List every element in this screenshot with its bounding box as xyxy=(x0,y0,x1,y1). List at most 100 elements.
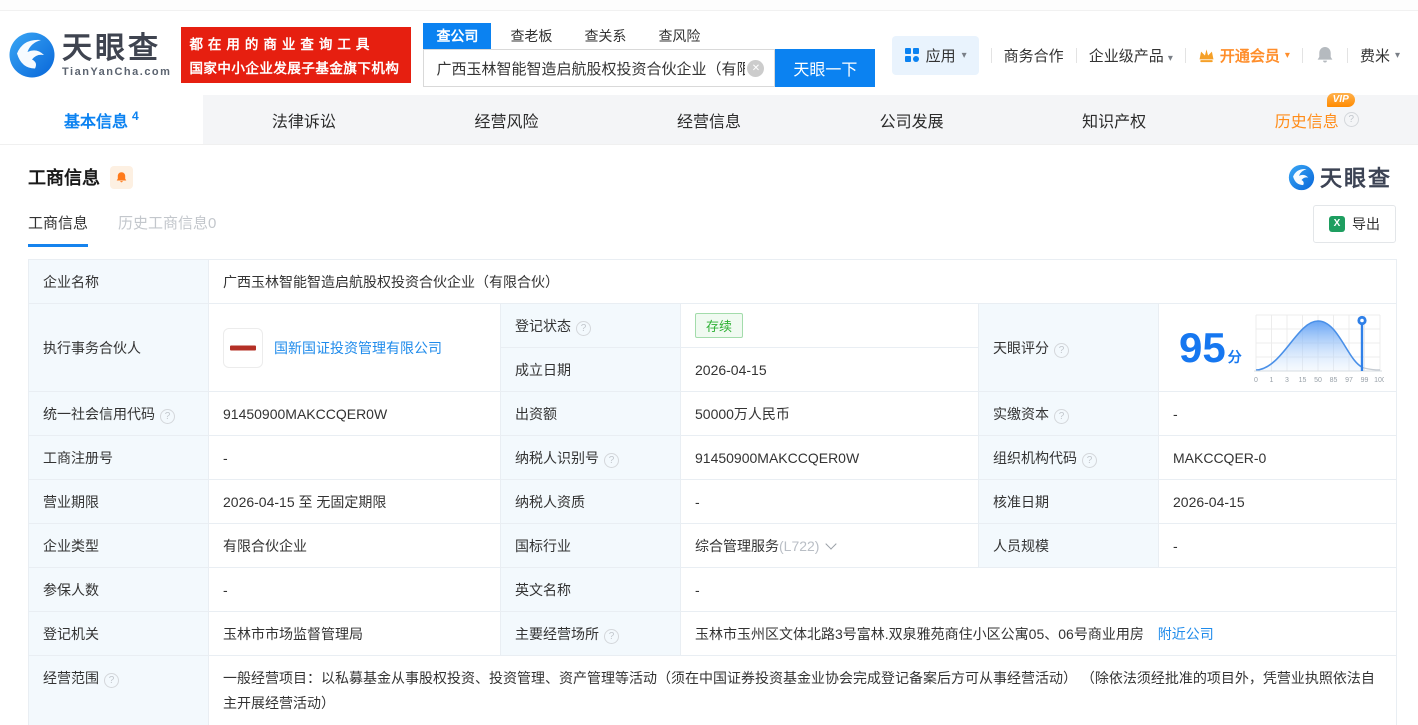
status-badge: 存续 xyxy=(695,313,744,338)
insured-count-value: - xyxy=(208,567,501,612)
search-tab-company[interactable]: 查公司 xyxy=(423,23,492,49)
open-vip-link[interactable]: 开通会员 ▾ xyxy=(1198,45,1290,66)
subtab-business-info[interactable]: 工商信息 xyxy=(28,212,89,247)
apps-menu[interactable]: 应用 ▾ xyxy=(891,35,979,75)
partner-company-link[interactable]: 国新国证投资管理有限公司 xyxy=(274,338,442,358)
search-input-wrap: ✕ xyxy=(423,49,776,87)
tab-label: 知识产权 xyxy=(1082,113,1147,131)
tianyancha-watermark-icon xyxy=(1288,164,1315,190)
chevron-down-icon[interactable] xyxy=(825,537,838,550)
company-name-label: 企业名称 xyxy=(28,259,209,304)
english-name-label: 英文名称 xyxy=(500,567,681,612)
section-header: 工商信息 天眼查 xyxy=(0,145,1418,193)
tab-label: 历史信息 xyxy=(1274,113,1339,131)
establish-date-label: 成立日期 xyxy=(500,347,681,392)
reg-number-label: 工商注册号 xyxy=(28,435,209,480)
export-label: 导出 xyxy=(1352,216,1380,232)
svg-text:15: 15 xyxy=(1299,377,1307,384)
approval-date-value: 2026-04-15 xyxy=(1158,479,1397,524)
search-tab-risk[interactable]: 查风险 xyxy=(645,23,713,49)
top-edge-strip xyxy=(0,0,1418,11)
tab-intellectual-property[interactable]: 知识产权 xyxy=(1013,95,1216,144)
nearby-companies-link[interactable]: 附近公司 xyxy=(1158,626,1214,642)
help-icon[interactable]: ? xyxy=(160,408,175,424)
clear-icon[interactable]: ✕ xyxy=(747,59,765,77)
user-menu[interactable]: 费米 ▾ xyxy=(1360,45,1408,66)
enterprise-products-menu[interactable]: 企业级产品 ▾ xyxy=(1089,45,1173,66)
help-icon[interactable]: ? xyxy=(1054,408,1069,424)
tab-history-info[interactable]: 历史信息 VIP ? xyxy=(1215,92,1418,144)
help-icon[interactable]: ? xyxy=(604,628,619,644)
caret-down-icon: ▾ xyxy=(1284,49,1290,61)
tab-label: 经营信息 xyxy=(677,113,742,131)
score-distribution-chart: 0 1 3 15 50 85 97 99 100 xyxy=(1254,314,1384,384)
section-title: 工商信息 xyxy=(28,168,100,188)
apps-grid-icon xyxy=(904,48,919,62)
crown-icon xyxy=(1199,48,1214,62)
partner-logo xyxy=(223,327,263,368)
tab-company-development[interactable]: 公司发展 xyxy=(810,95,1013,144)
svg-text:99: 99 xyxy=(1361,377,1369,384)
promo-line2: 国家中小企业发展子基金旗下机构 xyxy=(189,61,400,76)
promo-banner: 都在用的商业查询工具 国家中小企业发展子基金旗下机构 xyxy=(181,27,412,83)
approval-date-label: 核准日期 xyxy=(978,479,1159,524)
reg-authority-label: 登记机关 xyxy=(28,611,209,656)
svg-text:100: 100 xyxy=(1374,377,1384,384)
table-row: 经营范围? 一般经营项目：以私募基金从事股权投资、投资管理、资产管理等活动（须在… xyxy=(28,655,1397,725)
divider xyxy=(1075,47,1077,63)
help-icon[interactable]: ? xyxy=(604,452,619,468)
divider xyxy=(1301,47,1303,63)
help-icon[interactable]: ? xyxy=(1054,342,1069,358)
help-icon[interactable]: ? xyxy=(104,673,119,688)
table-row: 工商注册号 - 纳税人识别号? 91450900MAKCCQER0W 组织机构代… xyxy=(28,435,1397,480)
tab-operational-risk[interactable]: 经营风险 xyxy=(405,95,608,144)
tianyancha-logo[interactable]: 天眼查 TianYanCha.com xyxy=(8,31,171,79)
tab-count: 4 xyxy=(131,108,139,123)
org-code-value: MAKCCQER-0 xyxy=(1158,435,1397,480)
table-row: 执行事务合伙人 国新国证投资管理有限公司 登记状态? 存续 天眼评分? 95分 xyxy=(28,303,1397,392)
taxpayer-id-label: 纳税人识别号? xyxy=(500,435,681,480)
company-tabs: 基本信息 4 法律诉讼 经营风险 经营信息 公司发展 知识产权 历史信息 VIP… xyxy=(0,92,1418,145)
table-row: 登记机关 玉林市市场监督管理局 主要经营场所? 玉林市玉州区文体北路3号富林.双… xyxy=(28,611,1397,656)
search-tabs: 查公司 查老板 查关系 查风险 xyxy=(423,23,875,49)
org-code-label: 组织机构代码? xyxy=(978,435,1159,480)
search-button[interactable]: 天眼一下 xyxy=(775,49,876,87)
notification-bell-icon[interactable] xyxy=(1315,45,1335,65)
tab-label: 公司发展 xyxy=(879,113,944,131)
score-value: 95 分 xyxy=(1179,323,1242,371)
search-input[interactable] xyxy=(434,58,748,78)
search-tab-boss[interactable]: 查老板 xyxy=(497,23,565,49)
executive-partner-label: 执行事务合伙人 xyxy=(28,303,209,392)
tab-legal-proceedings[interactable]: 法律诉讼 xyxy=(203,95,406,144)
tab-basic-info[interactable]: 基本信息 4 xyxy=(0,95,203,144)
tab-business-info[interactable]: 经营信息 xyxy=(608,95,811,144)
search-tab-relation[interactable]: 查关系 xyxy=(571,23,639,49)
export-button[interactable]: X 导出 xyxy=(1313,205,1396,243)
help-icon[interactable]: ? xyxy=(1343,112,1359,127)
watermark-brand: 天眼查 xyxy=(1319,166,1392,191)
svg-text:1: 1 xyxy=(1270,377,1274,384)
business-cooperation-link[interactable]: 商务合作 xyxy=(1004,45,1064,66)
capital-value: 50000万人民币 xyxy=(680,391,979,436)
paid-capital-value: - xyxy=(1158,391,1397,436)
industry-label: 国标行业 xyxy=(500,523,681,568)
vip-badge: VIP xyxy=(1326,92,1355,107)
brand-name: 天眼查 xyxy=(62,31,161,65)
staff-size-value: - xyxy=(1158,523,1397,568)
establish-date-value: 2026-04-15 xyxy=(680,347,979,392)
svg-text:50: 50 xyxy=(1314,377,1322,384)
help-icon[interactable]: ? xyxy=(1082,452,1097,468)
monitor-bell-button[interactable] xyxy=(110,165,133,189)
help-icon[interactable]: ? xyxy=(576,320,591,336)
table-row: 营业期限 2026-04-15 至 无固定期限 纳税人资质 - 核准日期 202… xyxy=(28,479,1397,524)
divider xyxy=(990,47,992,63)
table-row: 企业名称 广西玉林智能智造启航股权投资合伙企业（有限合伙） xyxy=(28,259,1397,304)
apps-label: 应用 xyxy=(925,47,956,65)
caret-down-icon: ▾ xyxy=(961,49,967,61)
subtab-history-business-info[interactable]: 历史工商信息0 xyxy=(118,212,216,247)
taxpayer-quality-value: - xyxy=(680,479,979,524)
business-address-label: 主要经营场所? xyxy=(500,611,681,656)
taxpayer-id-value: 91450900MAKCCQER0W xyxy=(680,435,979,480)
registration-status-label: 登记状态? xyxy=(500,303,681,348)
reg-authority-value: 玉林市市场监督管理局 xyxy=(208,611,501,656)
